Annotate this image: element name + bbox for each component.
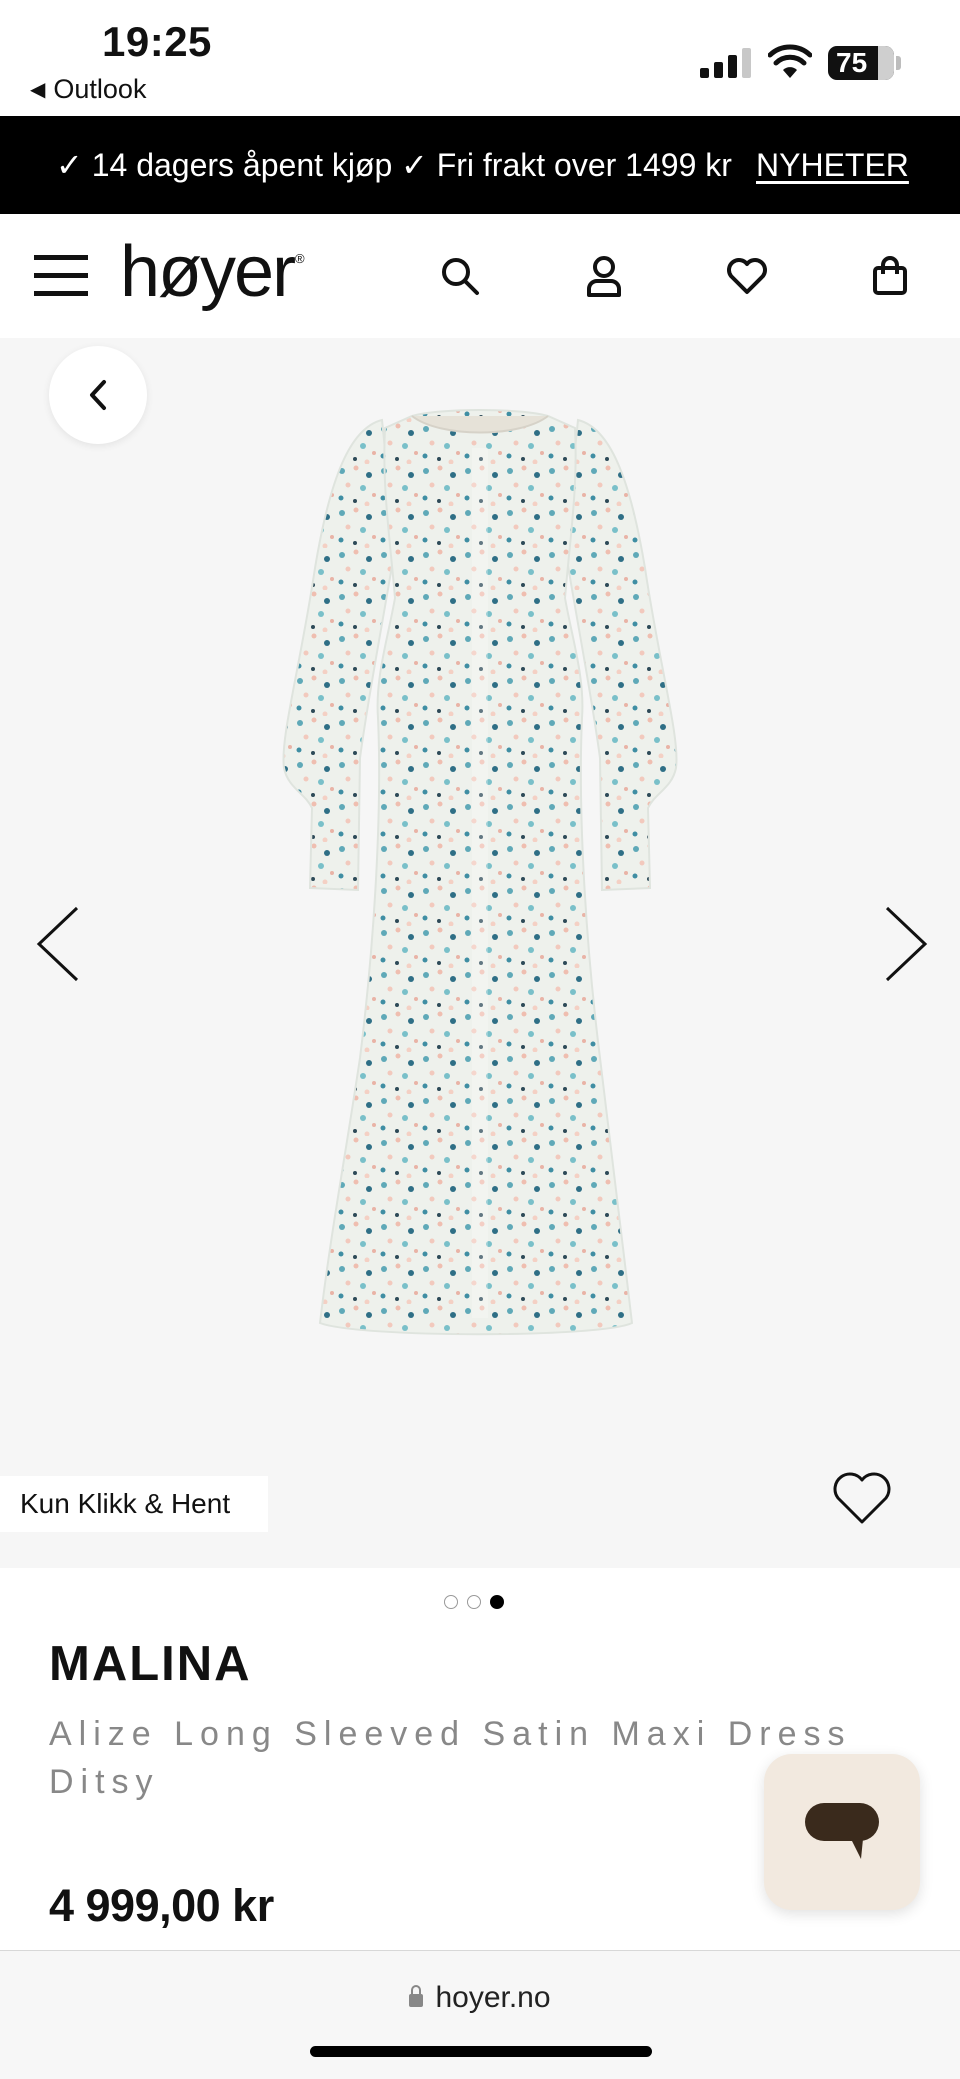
lock-icon [409,1985,424,2007]
promo-free-shipping: ✓ Fri frakt over 1499 kr [401,147,732,183]
home-indicator[interactable] [310,2046,652,2057]
product-title: Alize Long Sleeved Satin Maxi Dress Dits… [49,1715,852,1801]
search-icon [442,258,479,295]
search-button[interactable] [430,214,490,338]
back-app-label: Outlook [53,74,147,104]
site-header: høyer® [0,214,960,338]
chat-bubble-icon [805,1803,879,1859]
product-brand[interactable]: MALINA [49,1636,252,1692]
chat-button[interactable] [764,1754,920,1910]
battery-indicator: 75 [828,46,894,80]
address-text[interactable]: hoyer.no [0,1981,960,2015]
product-price: 4 999,00 kr [49,1880,274,1931]
status-bar: 19:25 ◀ Outlook 75 [0,0,960,116]
battery-level: 75 [836,47,868,78]
url-label: hoyer.no [435,1981,551,2014]
wifi-icon [768,44,812,78]
account-button[interactable] [574,214,634,338]
wishlist-button[interactable] [717,214,777,338]
promo-bar: ✓ 14 dagers åpent kjøp ✓ Fri frakt over … [0,116,960,214]
battery-cap [896,56,901,70]
clock: 19:25 [102,18,212,65]
carousel-dot-1[interactable] [444,1595,458,1609]
menu-button[interactable] [28,214,94,338]
add-to-wishlist-button[interactable] [826,1462,898,1534]
back-triangle-icon: ◀ [30,79,46,101]
promo-open-purchase: ✓ 14 dagers åpent kjøp [56,147,393,183]
cellular-signal-icon [700,48,751,78]
bag-icon [873,256,907,295]
carousel-dot-2[interactable] [467,1595,481,1609]
gallery-prev-button[interactable] [28,904,88,984]
chevron-left-icon [90,380,106,410]
gallery-back-button[interactable] [49,346,147,444]
heart-outline-icon [833,1472,891,1524]
click-and-collect-badge: Kun Klikk & Hent [0,1476,268,1532]
back-to-app-link[interactable]: ◀ Outlook [30,74,146,105]
browser-address-bar[interactable]: hoyer.no [0,1950,960,2079]
carousel-dots [444,1595,504,1609]
heart-icon [727,258,767,294]
menu-icon [34,255,88,296]
carousel-dot-3[interactable] [490,1595,504,1609]
gallery-next-button[interactable] [876,904,936,984]
arrow-right-icon [885,906,928,982]
product-image-dress [282,409,678,1336]
site-logo[interactable]: høyer® [120,236,305,308]
product-gallery[interactable]: Kun Klikk & Hent [0,338,960,1568]
news-link[interactable]: NYHETER [756,147,909,184]
arrow-left-icon [36,906,79,982]
user-icon [587,256,621,297]
cart-button[interactable] [860,214,920,338]
